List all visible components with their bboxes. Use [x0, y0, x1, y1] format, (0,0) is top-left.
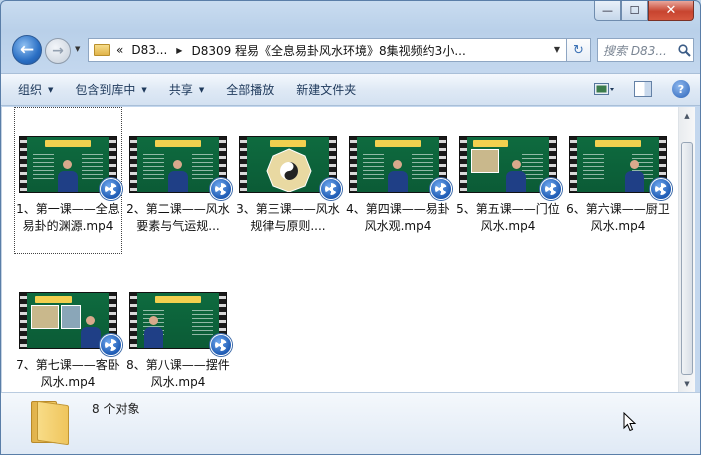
- media-player-icon: [540, 178, 562, 200]
- file-name: 8、第八课——摆件风水.mp4: [126, 358, 230, 389]
- scroll-down-button[interactable]: ▼: [679, 375, 695, 392]
- search-icon[interactable]: [675, 43, 693, 57]
- preview-pane-button[interactable]: [634, 81, 652, 97]
- video-thumbnail: [129, 136, 232, 200]
- organize-menu[interactable]: 组织 ▼: [18, 81, 53, 98]
- media-player-icon: [210, 334, 232, 356]
- folder-icon: [31, 399, 71, 446]
- video-thumbnail: [19, 292, 122, 356]
- share-menu[interactable]: 共享 ▼: [169, 81, 204, 98]
- file-name: 7、第七课——客卧风水.mp4: [16, 358, 120, 389]
- play-all-label: 全部播放: [226, 83, 275, 97]
- maximize-button[interactable]: ☐: [621, 1, 648, 21]
- file-name: 4、第四课——易卦风水观.mp4: [346, 202, 450, 233]
- video-thumbnail: [349, 136, 452, 200]
- recent-pages-dropdown[interactable]: ▼: [75, 45, 80, 53]
- file-name: 1、第一课——全息易卦的渊源.mp4: [16, 202, 120, 233]
- help-button[interactable]: ?: [672, 80, 690, 98]
- file-name: 5、第五课——门位风水.mp4: [456, 202, 560, 233]
- forward-button[interactable]: →: [45, 38, 71, 64]
- play-all-button[interactable]: 全部播放: [226, 81, 274, 98]
- file-item[interactable]: 3、第三课——风水规律与原则....: [234, 107, 342, 254]
- folder-icon: [94, 44, 110, 56]
- back-button[interactable]: ←: [12, 35, 42, 65]
- file-item[interactable]: 5、第五课——门位风水.mp4: [454, 107, 562, 254]
- item-count: 8 个对象: [92, 402, 140, 416]
- caret-down-icon: ▼: [198, 85, 205, 94]
- video-thumbnail: [569, 136, 672, 200]
- video-thumbnail: [239, 136, 342, 200]
- caret-down-icon: ▼: [48, 85, 54, 94]
- caret-down-icon: ▼: [141, 85, 147, 94]
- arrow-left-icon: ←: [19, 40, 35, 60]
- breadcrumb-overflow[interactable]: «: [116, 43, 123, 57]
- video-thumbnail: [129, 292, 232, 356]
- file-name: 6、第六课——厨卫风水.mp4: [566, 202, 670, 233]
- media-player-icon: [100, 334, 122, 356]
- breadcrumb-item-current[interactable]: D8309 程易《全息易卦风水环境》8集视频约3小...: [191, 42, 465, 59]
- details-pane: 8 个对象: [1, 392, 700, 454]
- explorer-window: — ☐ ✕ ← → ▼ « D83... ▶ D8309 程易《全息易卦风水环境…: [0, 0, 701, 455]
- address-dropdown-button[interactable]: ▼: [554, 45, 560, 54]
- file-name: 2、第二课——风水要素与气运规...: [126, 202, 230, 233]
- media-player-icon: [210, 178, 232, 200]
- vertical-scrollbar[interactable]: ▲ ▼: [678, 107, 695, 392]
- command-bar: 组织 ▼ 包含到库中 ▼ 共享 ▼ 全部播放 新建文件夹 ?: [1, 73, 700, 106]
- video-thumbnail: [459, 136, 562, 200]
- refresh-icon: ↻: [573, 42, 584, 58]
- close-button[interactable]: ✕: [648, 1, 694, 21]
- video-thumbnail: [19, 136, 122, 200]
- breadcrumb-item-parent[interactable]: D83...: [131, 43, 167, 57]
- scroll-up-button[interactable]: ▲: [679, 107, 695, 124]
- breadcrumb-chevron-icon[interactable]: ▶: [176, 46, 182, 55]
- include-library-label: 包含到库中: [75, 83, 136, 97]
- view-controls: ?: [594, 80, 690, 98]
- bagua-diagram-icon: [266, 148, 312, 192]
- view-icon: [594, 83, 614, 95]
- scrollbar-thumb[interactable]: [681, 142, 693, 375]
- file-list[interactable]: 1、第一课——全息易卦的渊源.mp4 2、第二课——风水要素与气运规... 3、…: [1, 107, 678, 392]
- address-bar[interactable]: « D83... ▶ D8309 程易《全息易卦风水环境》8集视频约3小... …: [88, 38, 567, 62]
- media-player-icon: [650, 178, 672, 200]
- navigation-bar: ← → ▼ « D83... ▶ D8309 程易《全息易卦风水环境》8集视频约…: [8, 34, 694, 66]
- file-item[interactable]: 4、第四课——易卦风水观.mp4: [344, 107, 452, 254]
- include-in-library-menu[interactable]: 包含到库中 ▼: [75, 81, 146, 98]
- media-player-icon: [320, 178, 342, 200]
- caption-buttons: — ☐ ✕: [594, 1, 694, 23]
- file-item[interactable]: 6、第六课——厨卫风水.mp4: [564, 107, 672, 254]
- mouse-cursor-icon: [623, 412, 637, 432]
- organize-label: 组织: [18, 83, 43, 97]
- arrow-right-icon: →: [52, 43, 64, 59]
- file-item[interactable]: 2、第二课——风水要素与气运规...: [124, 107, 232, 254]
- file-item[interactable]: 7、第七课——客卧风水.mp4: [14, 264, 122, 392]
- file-item[interactable]: 1、第一课——全息易卦的渊源.mp4: [14, 107, 122, 254]
- share-label: 共享: [168, 83, 193, 97]
- refresh-button[interactable]: ↻: [567, 38, 591, 62]
- help-icon: ?: [677, 82, 685, 96]
- new-folder-label: 新建文件夹: [296, 83, 357, 97]
- media-player-icon: [430, 178, 452, 200]
- file-item[interactable]: 8、第八课——摆件风水.mp4: [124, 264, 232, 392]
- minimize-button[interactable]: —: [594, 1, 621, 21]
- change-view-button[interactable]: [594, 81, 614, 97]
- search-box[interactable]: 搜索 D83...: [597, 38, 694, 62]
- media-player-icon: [100, 178, 122, 200]
- search-input[interactable]: 搜索 D83...: [603, 42, 675, 59]
- file-name: 3、第三课——风水规律与原则....: [236, 202, 340, 233]
- new-folder-button[interactable]: 新建文件夹: [296, 81, 356, 98]
